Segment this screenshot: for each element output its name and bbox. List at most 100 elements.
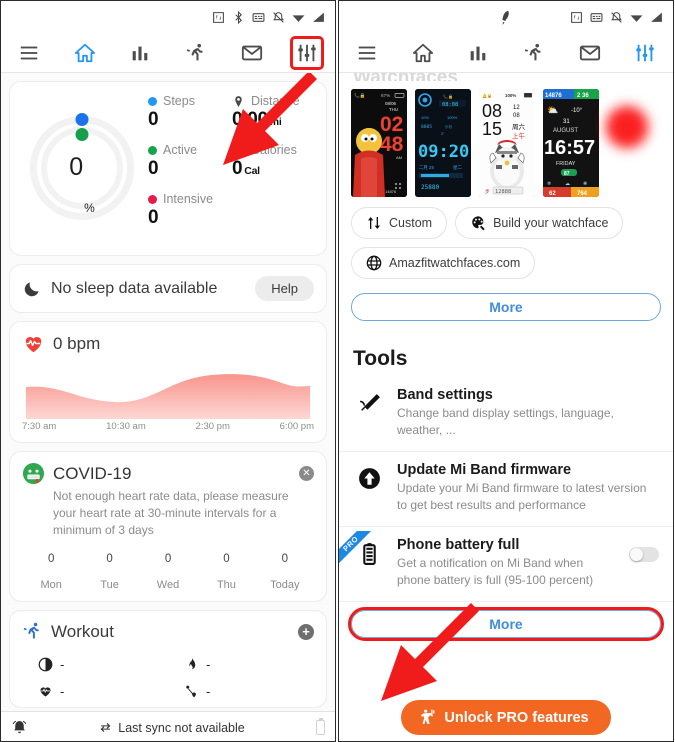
covid-title: COVID-19 xyxy=(53,463,132,483)
nav-home-button[interactable] xyxy=(57,33,113,73)
watchface-thumb-cat[interactable]: 🔔🔒 100% 08 12 08 15 周六 上午 12888 步 xyxy=(479,89,535,197)
nav-menu-button[interactable] xyxy=(1,33,57,73)
nfc-icon xyxy=(212,11,225,24)
tool-update-firmware-desc: Update your Mi Band firmware to latest v… xyxy=(397,481,647,513)
svg-text:⛅: ⛅ xyxy=(547,105,558,115)
more-tools-button[interactable]: More xyxy=(348,607,664,642)
workout-metric-value: - xyxy=(206,657,211,673)
svg-text:08: 08 xyxy=(513,113,520,119)
nav-workout-button[interactable] xyxy=(168,33,224,73)
watchface-thumb-colored[interactable]: 14876 2 36 ⛅ -10° 31 AUGUST 16:57 FRIDAY… xyxy=(543,89,599,197)
sleep-help-button[interactable]: Help xyxy=(255,276,314,301)
stat-distance-value-row: 0.00 mi xyxy=(232,109,316,131)
unlock-pro-button[interactable]: Unlock PRO features xyxy=(401,700,611,735)
upload-icon xyxy=(353,462,385,491)
nav-settings-button[interactable] xyxy=(279,33,335,73)
signal-icon xyxy=(650,11,663,24)
transfer-icon xyxy=(368,217,380,229)
distance-icon xyxy=(235,95,242,107)
nav-statistics-button[interactable] xyxy=(450,33,506,73)
stat-active-label: Active xyxy=(163,143,198,157)
flame-icon xyxy=(236,144,242,155)
more-watchfaces-label: More xyxy=(489,299,523,315)
close-icon[interactable]: ✕ xyxy=(299,466,314,481)
workout-metric-value: - xyxy=(60,657,65,673)
stat-distance-value: 0.00 xyxy=(232,109,268,130)
stat-active: Active 0 xyxy=(148,143,232,180)
menu-icon xyxy=(18,42,40,64)
vpn-icon xyxy=(590,11,603,24)
nav-workout-button[interactable] xyxy=(506,33,562,73)
stat-steps-label: Steps xyxy=(163,94,195,108)
workout-icon xyxy=(185,42,207,64)
stat-calories-label-row: Calories xyxy=(232,143,316,157)
dot-pink-icon xyxy=(148,194,157,204)
sync-status[interactable]: Last sync not available xyxy=(28,721,316,735)
covid-day: Tue xyxy=(100,579,119,592)
alarm-bell-icon[interactable] xyxy=(11,719,28,736)
watchface-website-label: Amazfitwatchfaces.com xyxy=(389,256,521,270)
svg-text:THU: THU xyxy=(389,107,398,112)
covid-value: 0 xyxy=(223,553,230,566)
rocket-icon xyxy=(496,7,515,26)
unlock-pro-label: Unlock PRO features xyxy=(444,709,589,726)
heart-rate-card[interactable]: 0 bpm 7:30 am 10:30 am 2:30 pm 6:00 pm xyxy=(9,321,327,443)
hr-axis-tick: 2:30 pm xyxy=(195,421,230,432)
svg-text:62: 62 xyxy=(549,191,556,197)
stat-intensive-value: 0 xyxy=(148,207,159,228)
svg-text:100%: 100% xyxy=(505,93,516,98)
svg-text:67%: 67% xyxy=(381,93,390,98)
stat-steps-label-row: Steps xyxy=(148,94,232,108)
nav-settings-button[interactable] xyxy=(617,33,673,73)
tool-phone-battery-full[interactable]: PRO Phone battery full Get a notificatio… xyxy=(339,527,673,603)
sleep-card[interactable]: z No sleep data available Help xyxy=(9,264,327,313)
ring-value: 0 xyxy=(69,153,84,181)
nav-notifications-button[interactable] xyxy=(224,33,280,73)
battery-icon xyxy=(316,718,325,735)
tool-update-firmware[interactable]: Update Mi Band firmware Update your Mi B… xyxy=(339,452,673,528)
watchface-website-chip[interactable]: Amazfitwatchfaces.com xyxy=(351,247,536,279)
home-icon xyxy=(74,42,96,64)
signal-icon xyxy=(312,11,325,24)
svg-text:25880: 25880 xyxy=(421,184,439,191)
tool-band-settings[interactable]: Band settings Change band display settin… xyxy=(339,377,673,453)
add-workout-button[interactable]: + xyxy=(298,623,314,640)
stat-calories-value-row: 0 Cal xyxy=(232,158,316,180)
build-watchface-chip[interactable]: Build your watchface xyxy=(455,207,624,239)
stat-steps: Steps 0 xyxy=(148,94,232,131)
left-scroll-area[interactable]: 0 % Steps 0 Active 0 Intensive 0 Distanc… xyxy=(1,73,335,741)
activity-ring-wrap: 0 % xyxy=(20,94,144,241)
more-watchfaces-button[interactable]: More xyxy=(351,293,661,321)
custom-watchface-label: Custom xyxy=(389,216,433,230)
svg-text:16:57: 16:57 xyxy=(544,137,595,159)
heart-rate-chart xyxy=(22,367,314,419)
workout-metric-value: - xyxy=(60,684,65,700)
custom-watchface-chip[interactable]: Custom xyxy=(351,207,448,239)
workout-header: Workout + xyxy=(22,621,314,642)
menu-icon xyxy=(356,42,378,64)
stat-distance-label: Distance xyxy=(251,94,300,108)
activity-dashboard-card: 0 % Steps 0 Active 0 Intensive 0 Distanc… xyxy=(9,81,327,256)
svg-text:AM: AM xyxy=(396,155,402,160)
mail-icon xyxy=(241,42,263,64)
watchface-thumb-bart[interactable]: 📞🔒 67% 08/06 THU 02 48 AM 14876 xyxy=(351,89,407,197)
svg-text:12: 12 xyxy=(513,105,520,111)
watchface-thumb-blue[interactable]: 📞🔒 08:08 10% 100% 8805 步数 2° 09:20 二月 25… xyxy=(415,89,471,197)
svg-text:-10°: -10° xyxy=(571,108,583,114)
left-phone-screen: 0 % Steps 0 Active 0 Intensive 0 Distanc… xyxy=(0,0,336,742)
workout-title: Workout xyxy=(51,621,114,641)
nav-menu-button[interactable] xyxy=(339,33,395,73)
nav-notifications-button[interactable] xyxy=(562,33,618,73)
dot-green-icon xyxy=(148,145,157,155)
svg-text:FRIDAY: FRIDAY xyxy=(556,161,576,167)
workout-icon xyxy=(523,42,545,64)
nav-home-button[interactable] xyxy=(395,33,451,73)
tool-phone-battery-title: Phone battery full xyxy=(397,537,520,554)
watchface-actions: Custom Build your watchface Amazfitwatch… xyxy=(339,203,673,279)
svg-text:08:08: 08:08 xyxy=(442,102,458,108)
phone-battery-toggle[interactable] xyxy=(629,547,659,563)
right-scroll-area[interactable]: Watchfaces 📞🔒 67% 08/06 THU 02 48 xyxy=(339,73,673,741)
weightlifter-icon xyxy=(421,709,435,724)
nav-statistics-button[interactable] xyxy=(112,33,168,73)
covid-day: Wed xyxy=(156,579,180,592)
